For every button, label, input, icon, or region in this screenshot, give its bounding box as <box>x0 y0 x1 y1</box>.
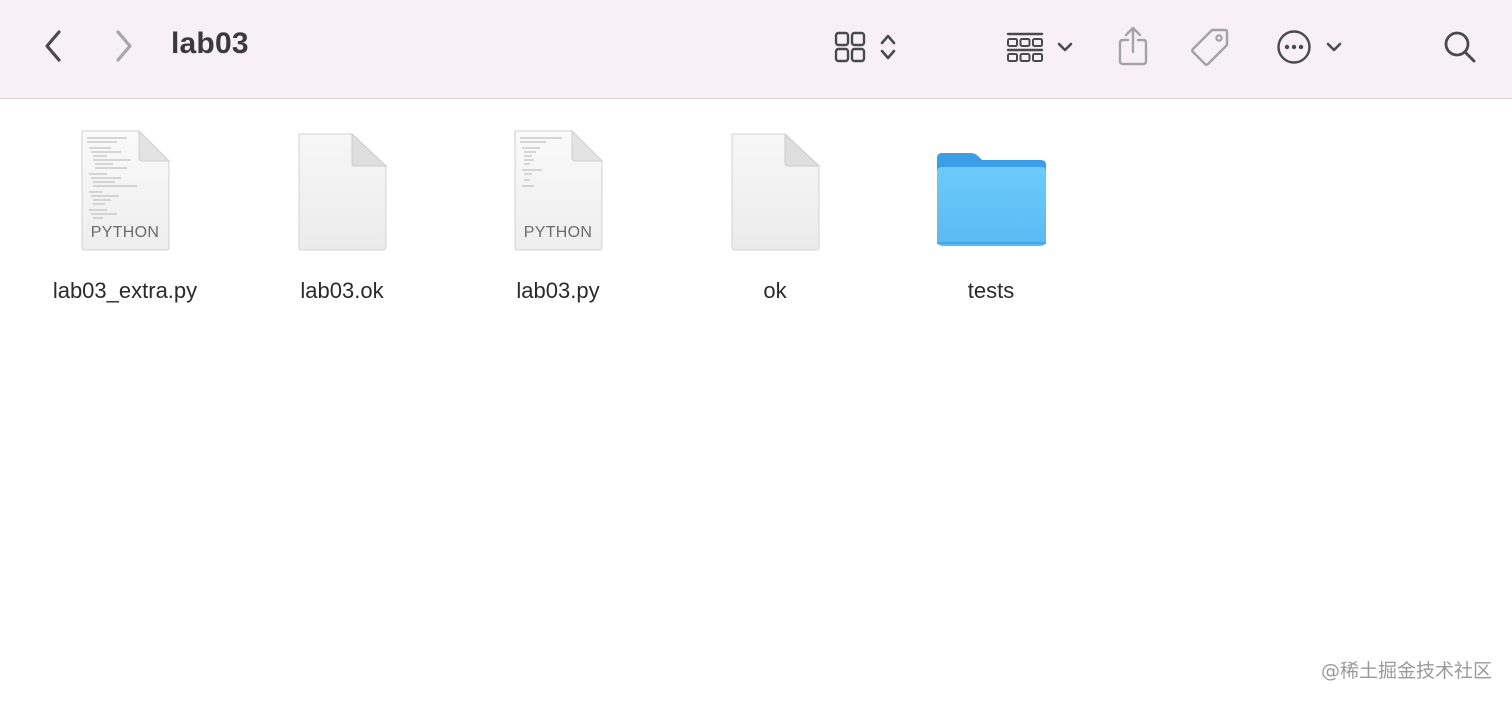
search-button[interactable] <box>1438 26 1482 68</box>
folder-icon <box>926 128 1056 252</box>
file-name: lab03.py <box>516 278 600 303</box>
file-name: lab03.ok <box>300 278 384 303</box>
file-item[interactable]: lab03.ok <box>242 128 442 308</box>
chevron-right-icon <box>116 30 132 62</box>
folder-item[interactable]: tests <box>891 128 1091 308</box>
group-by-button[interactable] <box>1000 26 1080 68</box>
search-icon <box>1444 31 1476 63</box>
file-item[interactable]: PYTHON lab03_extra.py <box>25 128 225 308</box>
window-title: lab03 <box>171 27 249 60</box>
chevron-down-icon <box>1057 42 1073 52</box>
ellipsis-circle-icon <box>1277 30 1311 64</box>
file-type-badge: PYTHON <box>90 224 160 241</box>
icon-grid-view-icon <box>834 31 866 63</box>
file-name: lab03_extra.py <box>52 278 198 303</box>
more-actions-button[interactable] <box>1272 26 1348 68</box>
view-mode-button[interactable] <box>828 26 904 68</box>
document-file-icon <box>710 128 840 252</box>
watermark: @稀土掘金技术社区 <box>1320 660 1492 682</box>
folder-name: tests <box>967 278 1015 303</box>
file-item[interactable]: ok <box>675 128 875 308</box>
up-down-chevron-icon <box>880 34 896 60</box>
group-by-icon <box>1006 32 1044 62</box>
chevron-left-icon <box>45 30 61 62</box>
tag-icon <box>1191 28 1229 66</box>
file-name: ok <box>763 278 787 303</box>
document-file-icon <box>277 128 407 252</box>
file-item[interactable]: PYTHON lab03.py <box>458 128 658 308</box>
share-button[interactable] <box>1112 24 1154 68</box>
forward-button[interactable] <box>103 26 143 66</box>
finder-toolbar: lab03 <box>0 0 1512 99</box>
tag-button[interactable] <box>1188 26 1232 68</box>
python-file-icon: PYTHON <box>60 128 190 252</box>
chevron-down-icon <box>1326 42 1342 52</box>
file-grid: PYTHON lab03_extra.py lab03.ok PYTHON la… <box>0 100 1512 700</box>
python-file-icon: PYTHON <box>493 128 623 252</box>
share-icon <box>1118 26 1148 66</box>
back-button[interactable] <box>34 26 74 66</box>
file-type-badge: PYTHON <box>523 224 593 241</box>
